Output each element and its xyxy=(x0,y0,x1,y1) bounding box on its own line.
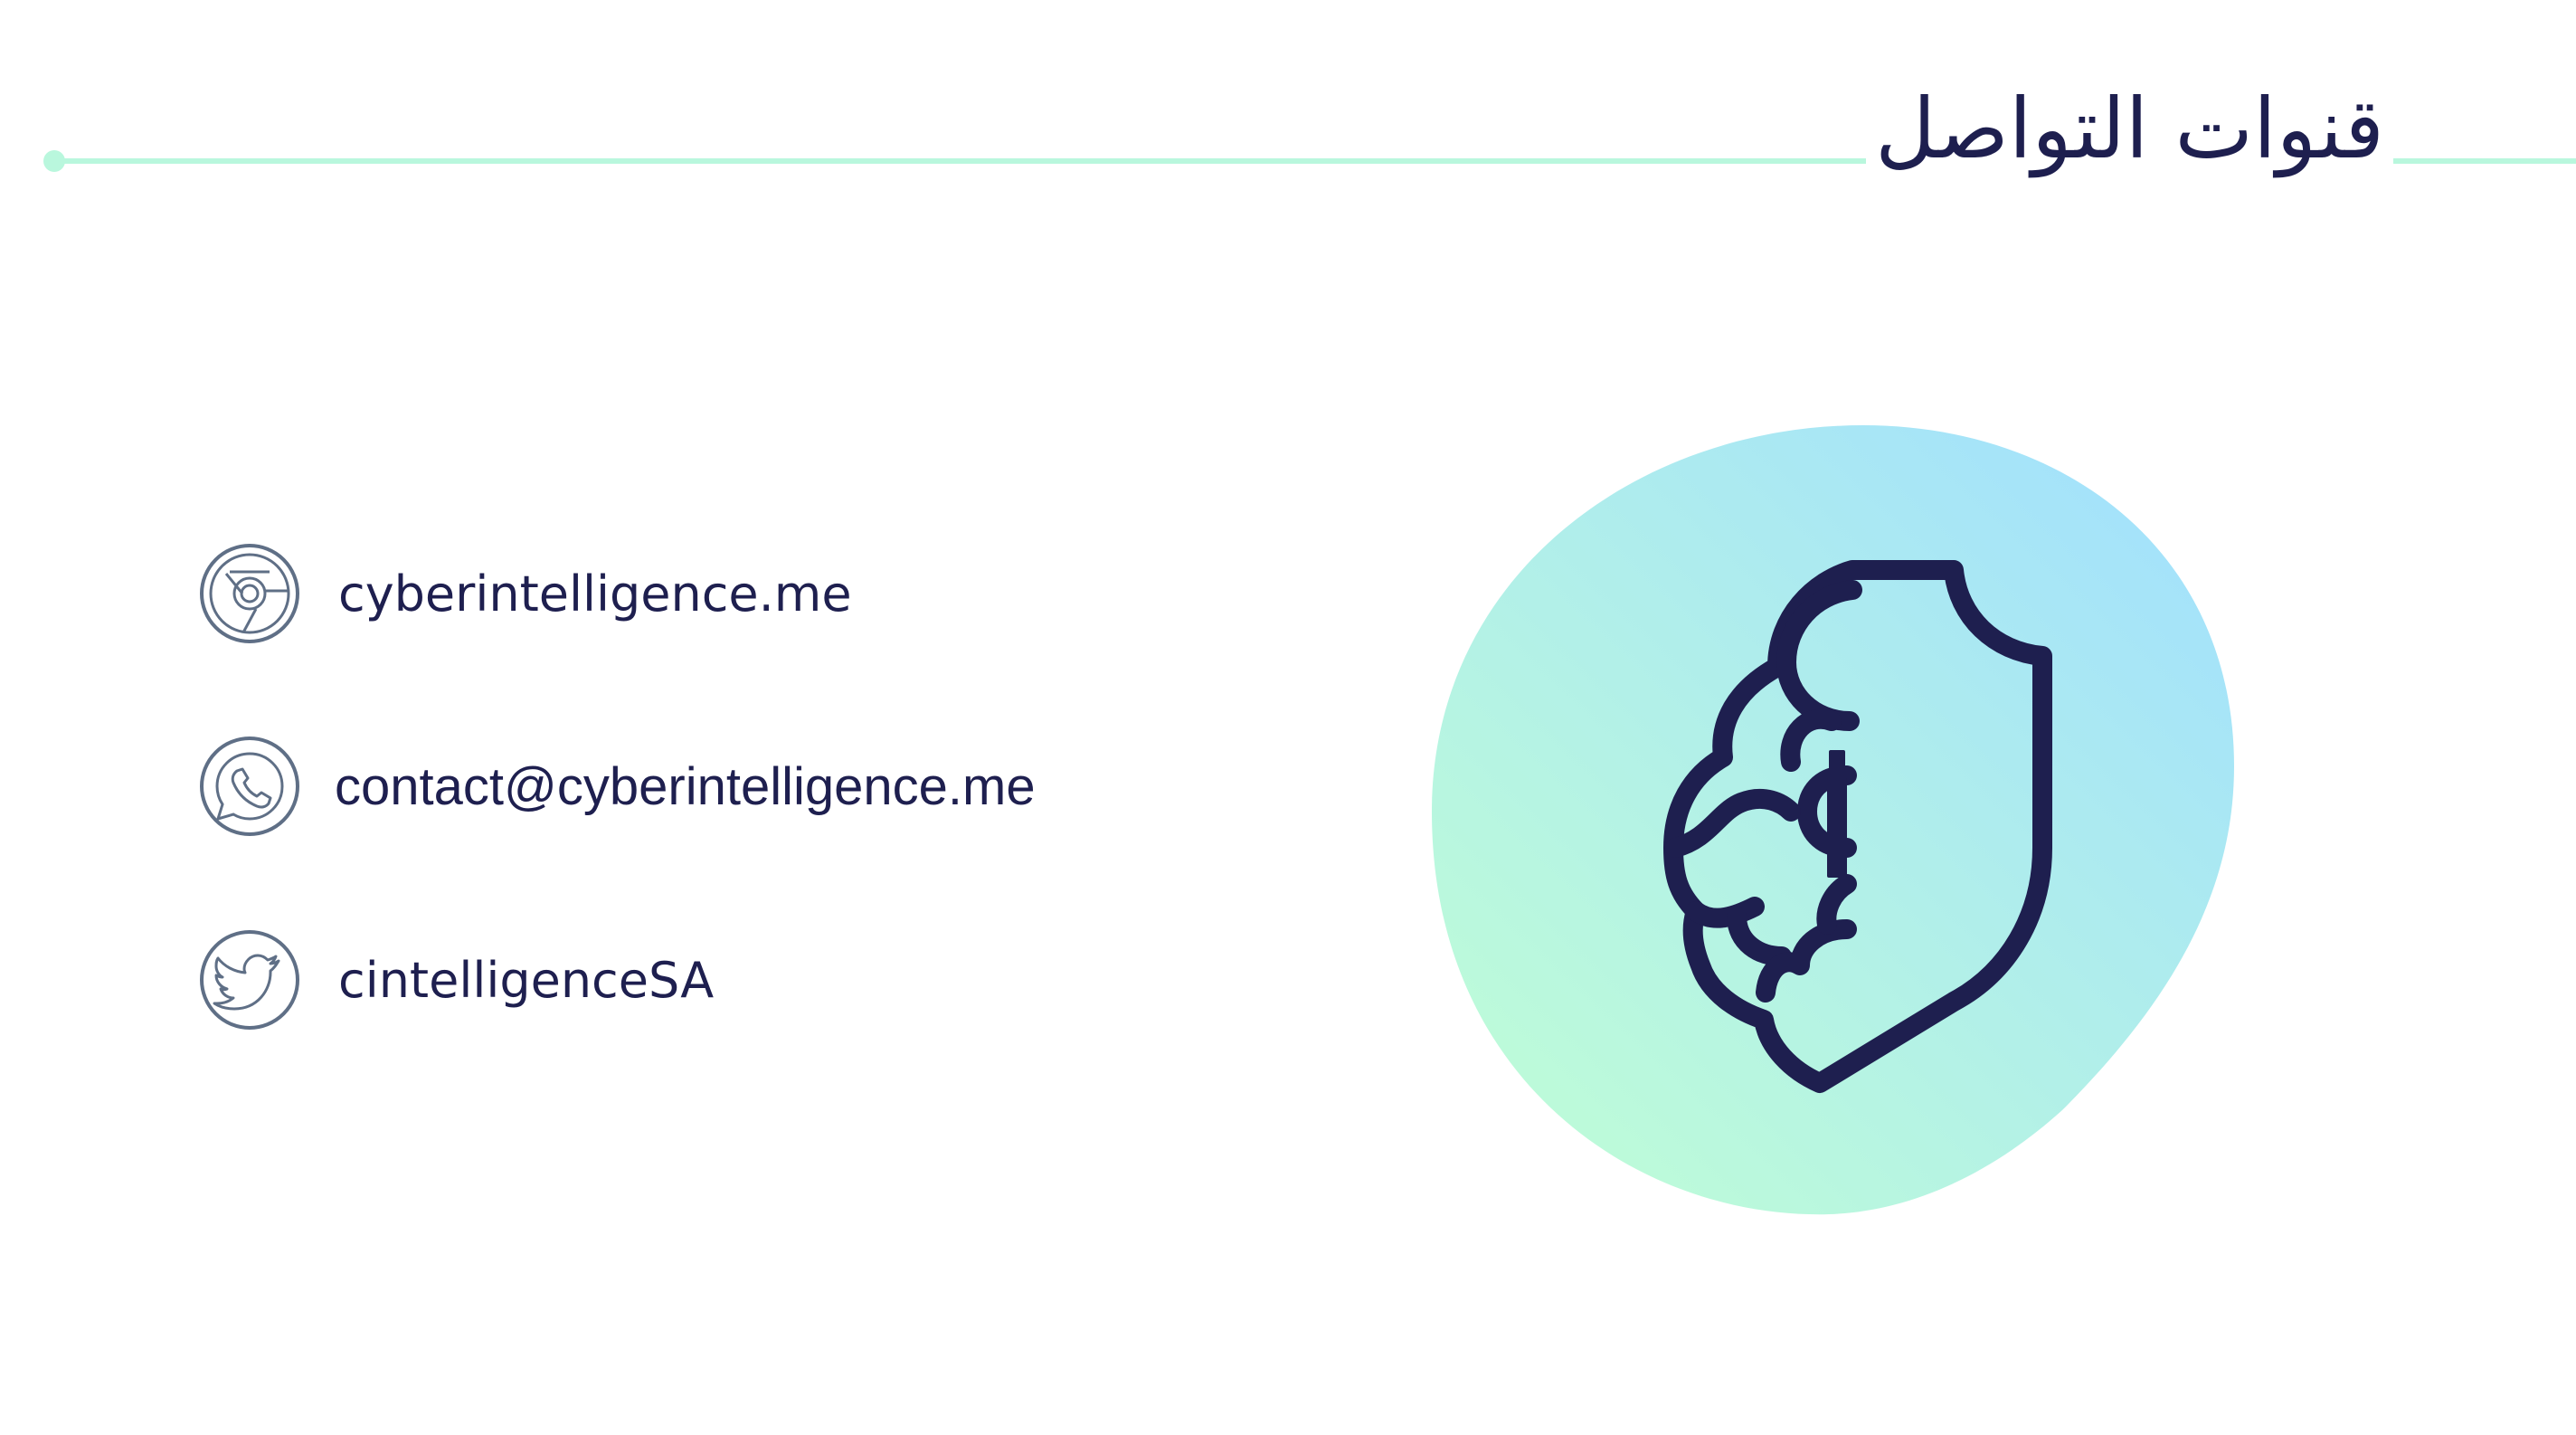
logo-letter-mark xyxy=(1829,750,1845,770)
twitter-icon xyxy=(200,930,299,1030)
whatsapp-icon xyxy=(200,737,299,836)
contact-item-email: contact@cyberintelligence.me xyxy=(199,736,1036,837)
page-title: قنوات التواصل xyxy=(1866,80,2393,180)
contact-item-twitter: cintelligenceSA xyxy=(199,929,714,1031)
email-text[interactable]: contact@cyberintelligence.me xyxy=(335,756,1036,817)
browser-icon xyxy=(200,544,299,643)
contact-item-website: cyberintelligence.me xyxy=(199,543,852,644)
brain-shield-logo xyxy=(1432,425,2234,1215)
logo-letter-stem xyxy=(1827,778,1847,878)
website-text[interactable]: cyberintelligence.me xyxy=(338,565,852,622)
twitter-handle-text[interactable]: cintelligenceSA xyxy=(338,952,714,1009)
